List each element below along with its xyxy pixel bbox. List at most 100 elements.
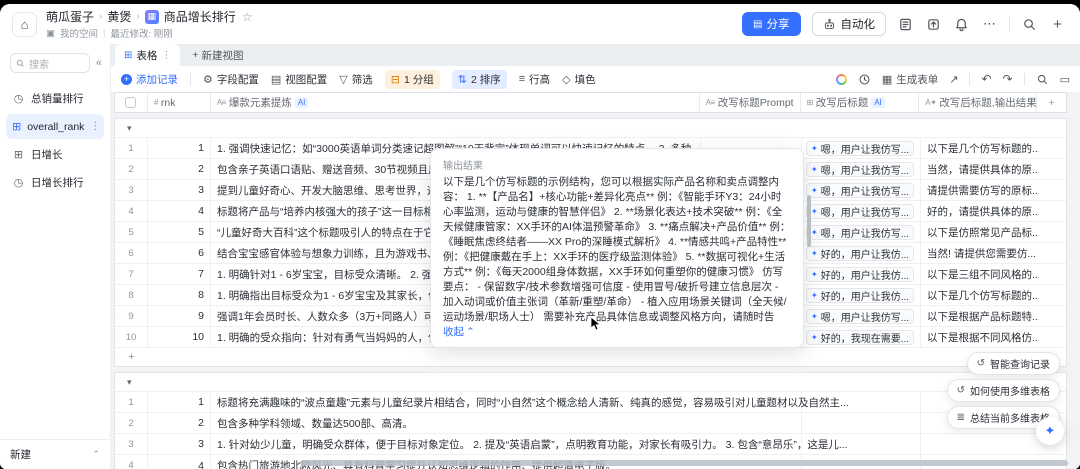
cell-rnk[interactable]: 6 (148, 243, 211, 263)
add-record-button[interactable]: + 添加记录 (121, 72, 178, 87)
cell-output[interactable]: 以下是几个仿写标题的... (921, 138, 1039, 158)
cell-rewrite[interactable]: ✦ 嗯，用户让我仿写... (802, 159, 921, 179)
more-icon[interactable]: ⋯ (981, 16, 998, 33)
ai-result-tag[interactable]: ✦ 嗯，用户让我仿写... (806, 308, 915, 324)
cell-rnk[interactable]: 1 (148, 392, 211, 412)
cell-output[interactable]: 以下是三组不同风格的... (921, 264, 1039, 284)
sidebar-new-button[interactable]: 新建 ⌃ (0, 439, 110, 469)
field-config-button[interactable]: ⚙ 字段配置 (203, 72, 259, 87)
cell-rnk[interactable]: 7 (148, 264, 211, 284)
cell-output[interactable]: 当然，请提供具体的原... (921, 159, 1039, 179)
ai-result-tag[interactable]: ✦ 嗯，用户让我仿写... (806, 161, 915, 177)
history-icon[interactable] (897, 16, 914, 33)
column-header-rewrite[interactable]: ⊞ 改写后标题 AI (801, 93, 920, 112)
ai-result-tag[interactable]: ✦ 嗯，用户让我仿写... (806, 203, 915, 219)
ai-result-tag[interactable]: ✦ 好的，用户让我仿... (806, 245, 915, 261)
column-header-element[interactable]: A≡ 爆款元素提炼 AI (211, 93, 700, 112)
sidebar-item-daily-growth-rank[interactable]: ◷ 日增长排行 (6, 170, 104, 195)
row-height-button[interactable]: ≡ 行高 (519, 72, 550, 87)
cell-rewrite[interactable]: ✦ 嗯，用户让我仿写... (802, 180, 921, 200)
widget-icon[interactable]: ▭ (1060, 73, 1070, 86)
cell-output[interactable]: 以下是根据不同风格仿... (921, 327, 1039, 347)
cell-rnk[interactable]: 4 (148, 201, 211, 221)
table-row[interactable]: 2 2 包含多种学科领域、数量达500部、高清。 (115, 413, 1066, 434)
sidebar-item-overall-rank[interactable]: ⊞ overall_rank ⋮ (6, 114, 104, 139)
horizontal-scrollbar[interactable] (300, 460, 1068, 466)
cell-rnk[interactable]: 4 (148, 455, 211, 469)
ai-assistant-fab[interactable]: ✦ (1036, 417, 1064, 445)
cell-output[interactable]: 以下是根据产品标题特... (921, 306, 1039, 326)
add-column-button[interactable]: + (1037, 93, 1066, 112)
how-to-use-pill[interactable]: ↺ 如何使用多维表格 (946, 379, 1060, 402)
add-icon[interactable]: + (1049, 16, 1066, 33)
group-header-row[interactable]: ▾ (115, 119, 1066, 138)
cell-element[interactable]: 标题将充满趣味的“波点童趣”元素与儿童纪录片相结合，同时“小自然”这个概念给人清… (211, 392, 849, 412)
favorite-star-icon[interactable]: ☆ (242, 10, 253, 24)
ai-result-tag[interactable]: ✦ 嗯，用户让我仿写... (806, 182, 915, 198)
cell-rnk[interactable]: 2 (148, 159, 211, 179)
cell-rewrite[interactable]: ✦ 嗯，用户让我仿写... (802, 222, 921, 242)
sidebar-item-daily-growth[interactable]: ⊞ 日增长 (6, 142, 104, 167)
cell-output[interactable]: 请提供需要仿写的原标... (921, 180, 1039, 200)
share-view-icon[interactable]: ↗ (949, 73, 958, 86)
column-header-output[interactable]: A✦ 改写后标题,输出结果 (919, 93, 1038, 112)
filter-button[interactable]: ▽ 筛选 (339, 72, 372, 87)
table-row[interactable]: 1 1 标题将充满趣味的“波点童趣”元素与儿童纪录片相结合，同时“小自然”这个概念给… (115, 392, 1066, 413)
generate-form-button[interactable]: ▦ 生成表单 (882, 72, 938, 87)
cell-rewrite[interactable]: ✦ 嗯，用户让我仿写... (802, 138, 921, 158)
home-button[interactable]: ⌂ (12, 11, 37, 37)
tab-grid-view[interactable]: ⊞ 表格 ⋮ (115, 44, 181, 66)
cell-output[interactable]: 以下是几个仿写标题的... (921, 285, 1039, 305)
cell-output[interactable]: 以下是仿照常见产品标... (921, 222, 1039, 242)
cell-output[interactable] (921, 434, 1039, 454)
search-table-icon[interactable] (1036, 73, 1049, 86)
sidebar-collapse-button[interactable]: « (96, 57, 102, 69)
column-header-prompt[interactable]: A≡ 改写标题Prompt (700, 93, 801, 112)
undo-icon[interactable]: ↶ (981, 72, 991, 86)
fill-color-button[interactable]: ◇ 填色 (562, 72, 595, 87)
cell-rnk[interactable]: 2 (148, 413, 211, 433)
redo-icon[interactable]: ↷ (1003, 72, 1013, 86)
ai-result-tag[interactable]: ✦ 嗯，用户让我仿写... (806, 140, 915, 156)
ai-result-tag[interactable]: ✦ 嗯，用户让我仿写... (806, 224, 915, 240)
cell-rnk[interactable]: 9 (148, 306, 211, 326)
item-more-icon[interactable]: ⋮ (90, 121, 100, 132)
ai-result-tag[interactable]: ✦ 好的，我现在需要... (806, 329, 915, 345)
sort-button[interactable]: ⇅ 2 排序 (451, 69, 507, 89)
cell-rnk[interactable]: 5 (148, 222, 211, 242)
cell-rnk[interactable]: 10 (148, 327, 211, 347)
space-label[interactable]: 我的空间 (60, 26, 98, 40)
cell-rnk[interactable]: 8 (148, 285, 211, 305)
cell-rewrite[interactable]: ✦ 好的，用户让我仿... (802, 264, 921, 284)
cell-rewrite[interactable]: ✦ 嗯，用户让我仿写... (802, 306, 921, 326)
cell-element[interactable]: 1. 针对幼少儿童，明确受众群体，便于目标对象定位。 2. 提及“英语启蒙”，点… (211, 434, 848, 454)
new-view-button[interactable]: + 新建视图 (180, 44, 255, 66)
view-config-button[interactable]: ▤ 视图配置 (271, 72, 327, 87)
ai-result-tag[interactable]: ✦ 好的，用户让我仿... (806, 266, 915, 282)
cell-element[interactable]: 包含多种学科领域、数量达500部、高清。 (211, 413, 701, 433)
column-header-rnk[interactable]: # rnk (148, 93, 211, 112)
sidebar-item-total-sales-rank[interactable]: ◷ 总销量排行 (6, 86, 104, 111)
group-header-row[interactable]: ▾ (115, 373, 1066, 392)
automation-button[interactable]: 自动化 (811, 12, 886, 36)
cell-rewrite[interactable]: ✦ 好的，我现在需要... (802, 327, 921, 347)
cell-rnk[interactable]: 3 (148, 434, 211, 454)
smart-query-history-pill[interactable]: ↺ 智能查询记录 (966, 352, 1060, 375)
cell-rnk[interactable]: 1 (148, 138, 211, 158)
tab-more-icon[interactable]: ⋮ (161, 50, 171, 61)
sidebar-search-input[interactable]: 搜索 (10, 53, 90, 73)
ai-assistant-icon[interactable] (836, 74, 847, 85)
breadcrumb-item-space[interactable]: 萌瓜蛋子 (46, 8, 94, 25)
cell-rnk[interactable]: 3 (148, 180, 211, 200)
cell-prompt[interactable] (701, 413, 802, 433)
add-record-row[interactable]: + (115, 348, 1066, 366)
history-clock-icon[interactable] (858, 73, 871, 86)
share-button[interactable]: ▤ 分享 (742, 12, 801, 36)
search-icon[interactable] (1021, 16, 1038, 33)
vertical-scrollbar-thumb[interactable] (807, 195, 811, 247)
cell-output[interactable]: 好的，请提供具体的原... (921, 201, 1039, 221)
cell-rewrite[interactable]: ✦ 好的，用户让我仿... (802, 243, 921, 263)
cell-rewrite[interactable]: ✦ 好的，用户让我仿... (802, 285, 921, 305)
group-button[interactable]: ⊟ 1 分组 (384, 69, 440, 89)
publish-icon[interactable] (925, 16, 942, 33)
